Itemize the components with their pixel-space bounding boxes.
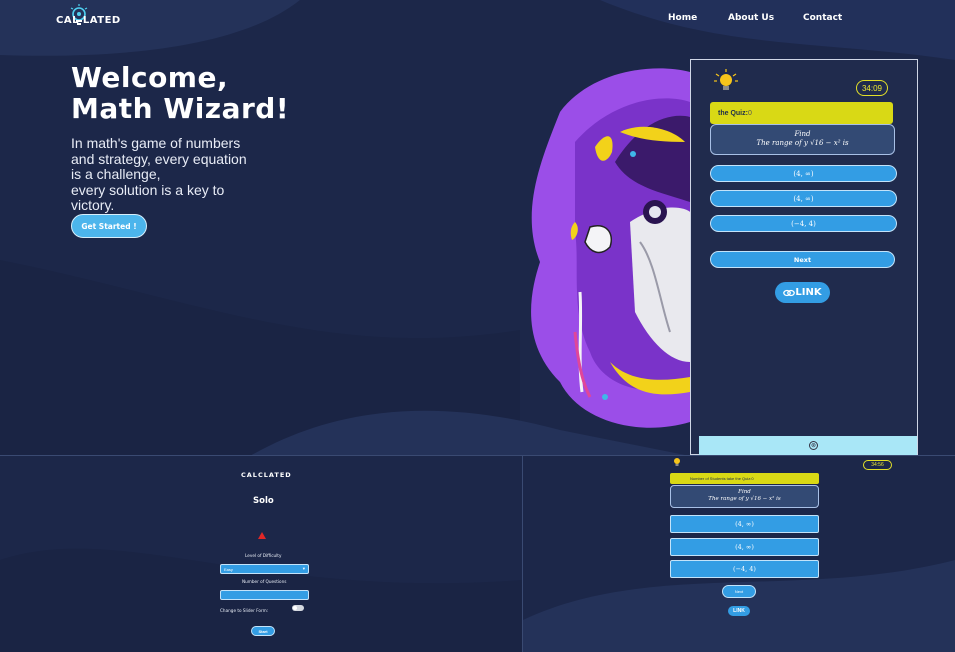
close-icon[interactable]: ⊗ <box>809 441 818 450</box>
link-label: LINK <box>795 287 822 298</box>
quiz-panel-small: 34:56 Number of Students take the Quiz:0… <box>523 456 955 652</box>
answer-option[interactable]: (4, ∞) <box>710 165 897 182</box>
next-button[interactable]: Next <box>722 585 756 598</box>
quiz-banner: Number of Students take the Quiz:0 <box>670 473 819 484</box>
answer-option[interactable]: (4, ∞) <box>670 538 819 556</box>
link-button[interactable]: LINK <box>775 282 830 303</box>
answer-option[interactable]: (4, ∞) <box>710 190 897 207</box>
question-box: Find The range of y √16 − x² is <box>670 485 819 508</box>
question-line-1: Find <box>738 489 751 495</box>
questions-label: Number of Questions <box>242 579 287 584</box>
quiz-banner-label: the Quiz: <box>718 109 748 117</box>
warning-triangle-icon <box>258 532 266 539</box>
logo[interactable]: CAL LATED <box>56 3 126 29</box>
answer-option[interactable]: (−4, 4) <box>710 215 897 232</box>
slider-form-toggle[interactable] <box>292 605 304 611</box>
hero-text-line: and strategy, every equation <box>71 150 247 167</box>
link-label: LINK <box>733 608 745 614</box>
lightbulb-icon <box>674 458 680 466</box>
solo-logo-text: CALCLATED <box>241 471 292 479</box>
nav-about-link[interactable]: About Us <box>728 13 774 23</box>
link-button[interactable]: LINK <box>728 606 750 616</box>
next-button[interactable]: Next <box>710 251 895 268</box>
answer-option[interactable]: (−4, 4) <box>670 560 819 578</box>
quiz-banner: the Quiz: 0 <box>710 102 893 124</box>
difficulty-select[interactable]: Easy ▾ <box>220 564 309 574</box>
quiz-footer-bar: ⊗ <box>699 436 917 455</box>
link-icon <box>783 289 796 296</box>
hero-title-line-2: Math Wizard! <box>71 92 290 125</box>
quiz-panel: 34:09 the Quiz: 0 Find The range of y √1… <box>690 59 918 455</box>
hero-text-line: every solution is a key to victory. <box>71 181 225 213</box>
wizard-illustration <box>531 68 690 428</box>
questions-input[interactable] <box>220 590 309 600</box>
hero-text-line: In math's game of numbers <box>71 135 241 151</box>
solo-setup-panel: CALCLATED Solo Level of Difficulty Easy … <box>0 456 522 652</box>
difficulty-label: Level of Difficulty <box>245 553 282 558</box>
start-button[interactable]: Start <box>251 626 275 636</box>
nav-home-link[interactable]: Home <box>668 13 697 23</box>
difficulty-value: Easy <box>224 566 233 572</box>
slider-form-label: Change to Slider Form: <box>220 608 269 613</box>
question-line-1: Find <box>794 130 811 138</box>
quiz-timer: 34:56 <box>863 460 892 470</box>
hero-title-line-1: Welcome, <box>71 61 229 94</box>
chevron-down-icon: ▾ <box>302 566 305 571</box>
question-box: Find The range of y √16 − x² is <box>710 124 895 155</box>
lightbulb-icon <box>714 69 738 90</box>
question-line-2: The range of y √16 − x² is <box>708 496 781 502</box>
logo-text: CAL LATED <box>56 15 121 26</box>
get-started-button[interactable]: Get Started ! <box>71 214 147 238</box>
hero-text-line: is a challenge, <box>71 166 161 182</box>
answer-option[interactable]: (4, ∞) <box>670 515 819 533</box>
quiz-timer: 34:09 <box>856 80 888 96</box>
hero-title: Welcome, Math Wizard! <box>71 62 289 124</box>
quiz-banner-score: 0 <box>747 109 752 117</box>
question-line-2: The range of y √16 − x² is <box>756 139 849 147</box>
nav-contact-link[interactable]: Contact <box>803 13 842 23</box>
solo-title: Solo <box>253 496 274 506</box>
hero-description: In math's game of numbers and strategy, … <box>71 135 271 214</box>
